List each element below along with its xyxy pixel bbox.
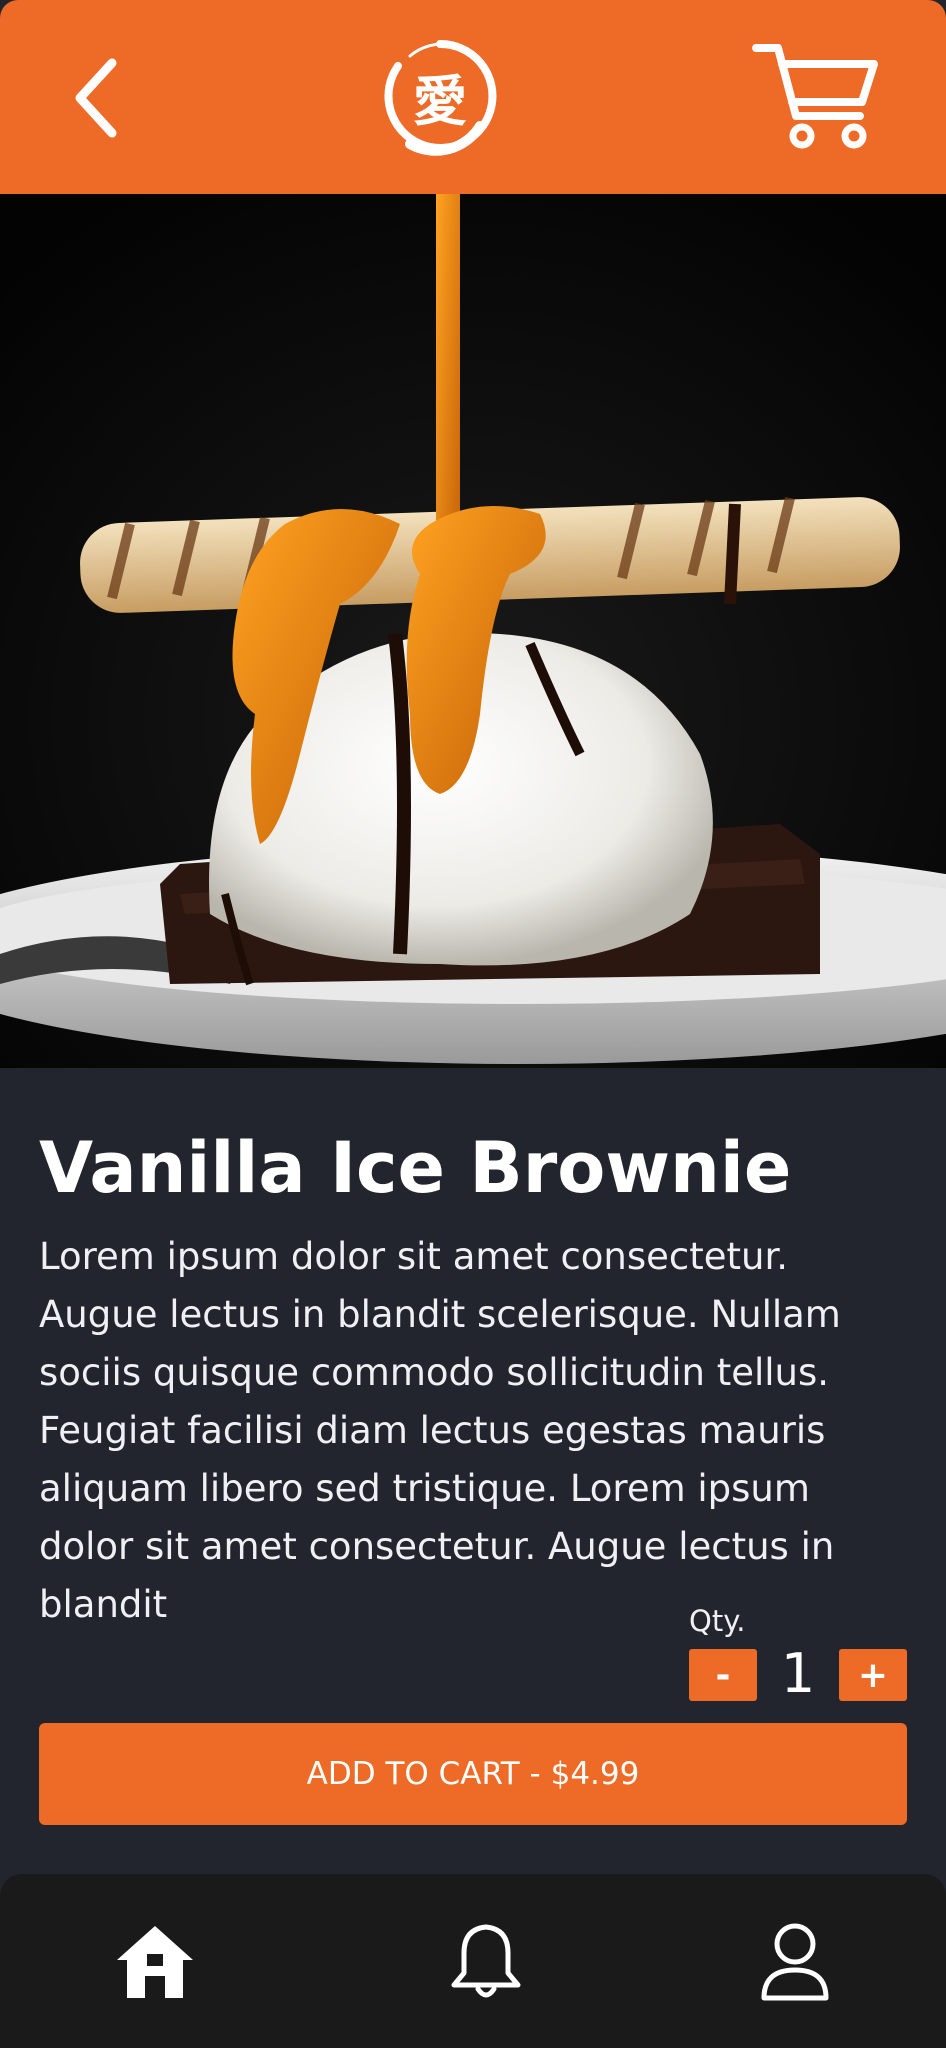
user-icon <box>761 1923 829 2001</box>
quantity-decrease-button[interactable]: - <box>689 1649 757 1701</box>
dessert-illustration <box>0 194 946 1068</box>
add-to-cart-button[interactable]: ADD TO CART - $4.99 <box>39 1723 907 1825</box>
shopping-cart-icon <box>752 44 878 149</box>
chevron-left-icon <box>75 58 117 138</box>
bell-icon <box>451 1924 521 1998</box>
back-button[interactable] <box>58 48 138 148</box>
product-image <box>0 194 946 1068</box>
logo-glyph: 愛 <box>413 68 467 133</box>
nav-profile[interactable] <box>745 1912 845 2012</box>
product-description: Lorem ipsum dolor sit amet consectetur. … <box>39 1235 841 1626</box>
quantity-label: Qty. <box>689 1604 746 1638</box>
quantity-value: 1 <box>780 1642 816 1705</box>
brand-logo: 愛 <box>380 36 500 156</box>
app-header: 愛 <box>0 0 946 194</box>
bottom-nav <box>0 1874 946 2048</box>
nav-home[interactable] <box>105 1912 205 2012</box>
quantity-increase-button[interactable]: + <box>839 1649 907 1701</box>
product-title: Vanilla Ice Brownie <box>39 1127 792 1209</box>
home-icon <box>117 1926 193 1998</box>
nav-notifications[interactable] <box>436 1912 536 2012</box>
cart-button[interactable] <box>752 40 882 152</box>
